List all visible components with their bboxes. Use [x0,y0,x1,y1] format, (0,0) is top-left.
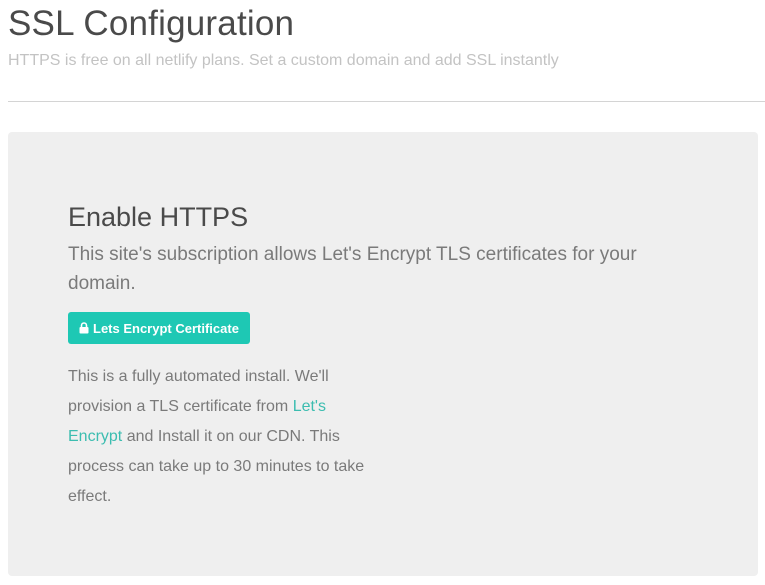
enable-https-card: Enable HTTPS This site's subscription al… [8,132,758,576]
button-label: Lets Encrypt Certificate [93,320,239,336]
page-header: SSL Configuration HTTPS is free on all n… [8,0,765,72]
install-description: This is a fully automated install. We'll… [68,362,368,512]
header-divider [8,101,765,102]
lock-icon [79,322,89,334]
page-title: SSL Configuration [8,4,295,43]
card-content: Enable HTTPS This site's subscription al… [68,200,708,512]
subscription-description: This site's subscription allows Let's En… [68,244,637,294]
page-subtitle: HTTPS is free on all netlify plans. Set … [8,52,559,69]
card-title: Enable HTTPS [68,202,249,232]
install-text-start: This is a fully automated install. We'll… [68,368,329,415]
lets-encrypt-certificate-button[interactable]: Lets Encrypt Certificate [68,312,250,344]
